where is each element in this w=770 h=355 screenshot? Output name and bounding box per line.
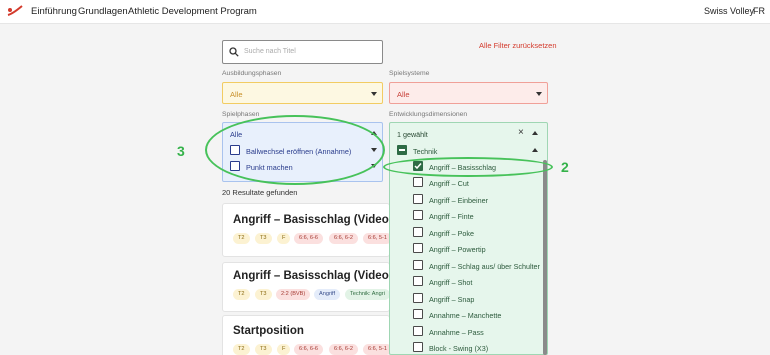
annotation-number-3: 3 [177,143,185,159]
tag: Technik: Angri [345,289,389,300]
option-annahme-manchette[interactable]: Annahme – Manchette [429,311,501,320]
nav-einfuehrung[interactable]: Einführung [31,6,77,17]
option-angriff-snap[interactable]: Angriff – Snap [429,295,474,304]
spielsysteme-value: Alle [397,90,410,99]
checkbox[interactable] [413,177,423,187]
tag: 6:6, 6-2 [329,344,358,355]
results-count: 20 Resultate gefunden [222,188,298,197]
annotation-number-2: 2 [561,159,569,175]
tag: 6:6, 6-6 [294,233,323,244]
chevron-up-icon[interactable] [532,131,538,135]
annotation-ellipse-spielphasen [205,115,385,185]
checkbox[interactable] [413,309,423,319]
option-angriff-cut[interactable]: Angriff – Cut [429,179,469,188]
ausbildungsphasen-value: Alle [230,90,243,99]
option-angriff-poke[interactable]: Angriff – Poke [429,229,474,238]
tag: 6:6, 6-6 [294,344,323,355]
tag: T3 [255,233,272,244]
reset-filters-link[interactable]: Alle Filter zurücksetzen [479,41,557,50]
annotation-ellipse-basisschlag [383,157,553,177]
checkbox[interactable] [413,210,423,220]
card-title[interactable]: Startposition [233,325,304,337]
tag: F [277,344,291,355]
brand-swiss-volley[interactable]: Swiss Volley [704,6,754,16]
tag: 2:2 (BVB) [276,289,311,300]
result-card[interactable]: Angriff – Basisschlag (Video VB) T2 T3 F… [222,203,390,257]
spielsysteme-label: Spielsysteme [389,70,430,77]
spielphasen-label: Spielphasen [222,111,260,118]
checkbox[interactable] [413,243,423,253]
option-block-swing[interactable]: Block - Swing (X3) [429,344,488,353]
tag: T2 [233,233,250,244]
checkbox[interactable] [413,293,423,303]
checkbox[interactable] [413,194,423,204]
spielsysteme-select[interactable]: Alle [389,82,548,104]
nav-grundlagen[interactable]: Grundlagen [78,6,128,17]
search-icon [229,47,239,57]
card-title[interactable]: Angriff – Basisschlag (Video BVB) [233,270,389,282]
group-partial-checkbox[interactable] [397,145,407,155]
tag: T2 [233,289,250,300]
ausbildungsphasen-select[interactable]: Alle [222,82,383,104]
swiss-volley-logo[interactable] [7,5,23,17]
result-card[interactable]: Angriff – Basisschlag (Video BVB) T2 T3 … [222,262,390,312]
option-angriff-finte[interactable]: Angriff – Finte [429,212,474,221]
chevron-down-icon [371,92,377,96]
search-input[interactable]: Suche nach Titel [222,40,383,64]
chevron-up-icon[interactable] [532,148,538,152]
card-title[interactable]: Angriff – Basisschlag (Video VB) [233,214,389,226]
option-angriff-shot[interactable]: Angriff – Shot [429,278,472,287]
entwicklungsdimensionen-label: Entwicklungsdimensionen [389,111,468,118]
dropdown-scrollbar[interactable] [543,160,547,355]
search-placeholder: Suche nach Titel [244,48,296,55]
result-card[interactable]: Startposition T2 T3 F 6:6, 6-6 6:6, 6-2 … [222,315,390,355]
checkbox[interactable] [413,260,423,270]
ausbildungsphasen-label: Ausbildungsphasen [222,70,282,77]
option-angriff-schlag-aus[interactable]: Angriff – Schlag aus/ über Schulter [429,262,540,271]
clear-icon[interactable]: × [518,127,524,138]
chevron-down-icon [536,92,542,96]
tag: 6:6, 5-1 [363,344,389,355]
checkbox[interactable] [413,342,423,352]
minus-icon [399,149,405,151]
tag: T2 [233,344,250,355]
tag: T3 [255,344,272,355]
option-angriff-einbeiner[interactable]: Angriff – Einbeiner [429,196,488,205]
checkbox[interactable] [413,276,423,286]
tag: 6:6, 5-1 [363,233,389,244]
group-technik[interactable]: Technik [413,147,437,156]
option-annahme-pass[interactable]: Annahme – Pass [429,328,484,337]
nav-athletic-development[interactable]: Athletic Development Program [128,6,257,17]
tag: T3 [255,289,272,300]
tag: F [277,233,291,244]
tag: Angriff [314,289,341,300]
checkbox[interactable] [413,227,423,237]
language-switch[interactable]: FR [753,6,765,16]
tag: 6:6, 6-2 [329,233,358,244]
entwicklung-selected-count: 1 gewählt [397,130,428,139]
option-angriff-powertip[interactable]: Angriff – Powertip [429,245,486,254]
checkbox[interactable] [413,326,423,336]
top-nav-bar: Einführung Grundlagen Athletic Developme… [0,0,770,24]
